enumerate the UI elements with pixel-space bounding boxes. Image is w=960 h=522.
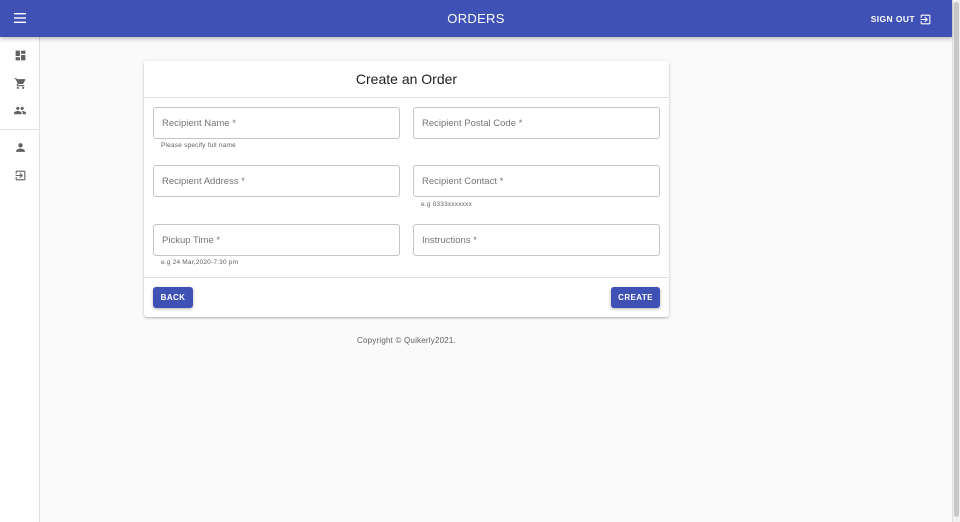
cart-icon — [14, 77, 25, 89]
drawer-divider — [0, 129, 40, 130]
app-bar: ORDERS SIGN OUT — [0, 0, 952, 37]
recipient-address-input[interactable] — [154, 166, 399, 196]
side-drawer — [0, 37, 40, 522]
create-button[interactable]: CREATE — [611, 287, 660, 308]
recipient-postal-code-input[interactable] — [414, 108, 659, 138]
back-button[interactable]: BACK — [153, 287, 193, 308]
instructions-input[interactable] — [414, 225, 659, 255]
drawer-item-logout[interactable] — [0, 162, 40, 188]
dashboard-icon — [15, 50, 25, 60]
recipient-contact-input[interactable] — [414, 166, 659, 196]
pickup-time-field[interactable] — [153, 224, 400, 256]
form-title: Create an Order — [355, 71, 458, 87]
drawer-item-profile[interactable] — [0, 134, 40, 160]
exit-icon — [920, 14, 931, 24]
instructions-field[interactable] — [413, 224, 660, 256]
drawer-item-people[interactable] — [0, 97, 40, 123]
card-header: Create an Order — [144, 61, 669, 98]
recipient-address-field[interactable] — [153, 165, 400, 197]
pickup-time-input[interactable] — [154, 225, 399, 255]
drawer-item-orders[interactable] — [0, 70, 40, 96]
scrollbar-thumb[interactable] — [954, 2, 959, 517]
menu-button[interactable] — [8, 6, 32, 30]
actions-divider — [144, 277, 669, 278]
page-scrollbar[interactable] — [952, 0, 960, 522]
recipient-postal-code-field[interactable] — [413, 107, 660, 139]
recipient-contact-helper: e.g 0333xxxxxxx — [421, 201, 473, 208]
recipient-name-field[interactable] — [153, 107, 400, 139]
people-icon — [14, 106, 26, 114]
pickup-time-helper: e.g 24 Mar,2020-7:30 pm — [161, 259, 239, 266]
create-order-card: Create an Order Please specify full name… — [144, 61, 669, 317]
menu-icon — [14, 13, 26, 23]
app-title: ORDERS — [447, 11, 505, 26]
person-icon — [15, 142, 25, 152]
sign-out-label: SIGN OUT — [870, 14, 915, 24]
copyright-footer: Copyright © Quikerly2021. — [357, 336, 456, 345]
recipient-contact-field[interactable] — [413, 165, 660, 197]
sign-out-button[interactable]: SIGN OUT — [871, 9, 932, 29]
drawer-item-dashboard[interactable] — [0, 42, 40, 68]
exit-icon — [15, 170, 25, 180]
recipient-name-input[interactable] — [154, 108, 399, 138]
recipient-name-helper: Please specify full name — [161, 142, 236, 149]
